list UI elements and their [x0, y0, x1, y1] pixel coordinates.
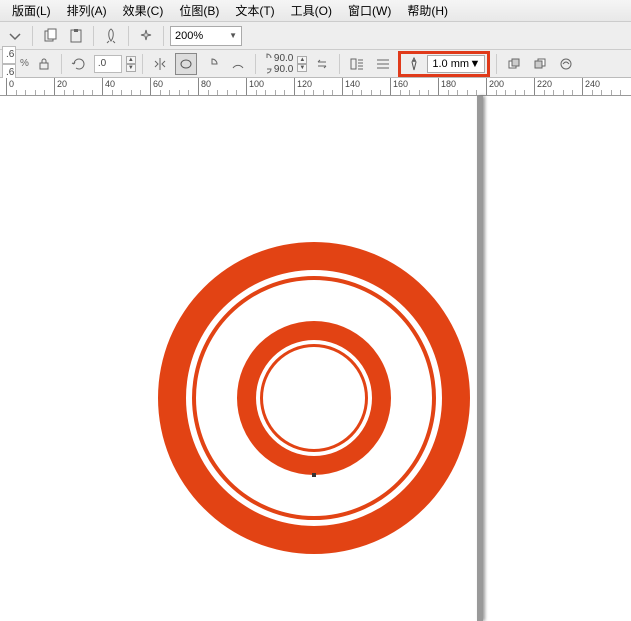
outline-width-highlighted: 1.0 mm ▼: [398, 51, 490, 77]
sparkle-icon[interactable]: [135, 25, 157, 47]
mirror-h-icon[interactable]: [149, 53, 171, 75]
outline-width-combo[interactable]: 1.0 mm ▼: [427, 55, 485, 73]
separator: [61, 54, 62, 74]
scale-fields: .6 .6: [2, 46, 16, 82]
menu-tools[interactable]: 工具(O): [285, 0, 338, 21]
menu-bitmap[interactable]: 位图(B): [173, 0, 225, 21]
copy-icon[interactable]: [39, 25, 61, 47]
rings-artwork[interactable]: [158, 242, 470, 554]
scale-x-field[interactable]: .6: [2, 46, 16, 64]
angle-b-value[interactable]: 90.0: [274, 64, 293, 75]
separator: [93, 26, 94, 46]
page-boundary: [477, 96, 483, 621]
horizontal-ruler: 020406080100120140160180200220240: [0, 78, 631, 96]
chevron-down-icon: ▼: [469, 58, 480, 70]
swap-angles-icon[interactable]: [311, 53, 333, 75]
angle-a-value[interactable]: 90.0: [274, 53, 293, 64]
angle-a-icon: [262, 53, 272, 63]
separator: [339, 54, 340, 74]
property-bar: .6 .6 % .0 ▲▼ 90.0 90.0 ▲▼ 1.0 mm ▼: [0, 50, 631, 78]
menu-text[interactable]: 文本(T): [229, 0, 280, 21]
menu-layout[interactable]: 版面(L): [6, 0, 57, 21]
zoom-value: 200%: [175, 30, 203, 42]
separator: [142, 54, 143, 74]
lock-ratio-icon[interactable]: [33, 53, 55, 75]
rocket-icon[interactable]: [100, 25, 122, 47]
pen-icon[interactable]: [403, 53, 425, 75]
angle-spinner[interactable]: ▲▼: [297, 56, 307, 72]
wrap-text-icon[interactable]: [346, 53, 368, 75]
separator: [163, 26, 164, 46]
menu-arrange[interactable]: 排列(A): [61, 0, 113, 21]
rotate-icon[interactable]: [68, 53, 90, 75]
rotation-field[interactable]: .0: [94, 55, 122, 73]
ellipse-icon[interactable]: [175, 53, 197, 75]
percent-label: %: [20, 58, 29, 69]
chevron-down-icon: ▼: [229, 31, 237, 40]
zoom-combo[interactable]: 200% ▼: [170, 26, 242, 46]
chevron-down-icon[interactable]: [4, 25, 26, 47]
to-front-icon[interactable]: [503, 53, 525, 75]
menu-bar: 版面(L) 排列(A) 效果(C) 位图(B) 文本(T) 工具(O) 窗口(W…: [0, 0, 631, 22]
outline-width-value: 1.0 mm: [432, 58, 469, 70]
menu-effects[interactable]: 效果(C): [117, 0, 170, 21]
convert-curve-icon[interactable]: [555, 53, 577, 75]
separator: [128, 26, 129, 46]
angle-b-icon: [262, 64, 272, 74]
angle-fields: 90.0 90.0: [262, 53, 293, 75]
paste-icon[interactable]: [65, 25, 87, 47]
menu-help[interactable]: 帮助(H): [401, 0, 454, 21]
standard-toolbar: 200% ▼: [0, 22, 631, 50]
to-back-icon[interactable]: [529, 53, 551, 75]
separator: [496, 54, 497, 74]
separator: [255, 54, 256, 74]
canvas-area[interactable]: [0, 96, 631, 621]
align-icon[interactable]: [372, 53, 394, 75]
arc-icon[interactable]: [227, 53, 249, 75]
pie-icon[interactable]: [201, 53, 223, 75]
separator: [32, 26, 33, 46]
menu-window[interactable]: 窗口(W): [342, 0, 397, 21]
rotation-spinner[interactable]: ▲▼: [126, 56, 136, 72]
